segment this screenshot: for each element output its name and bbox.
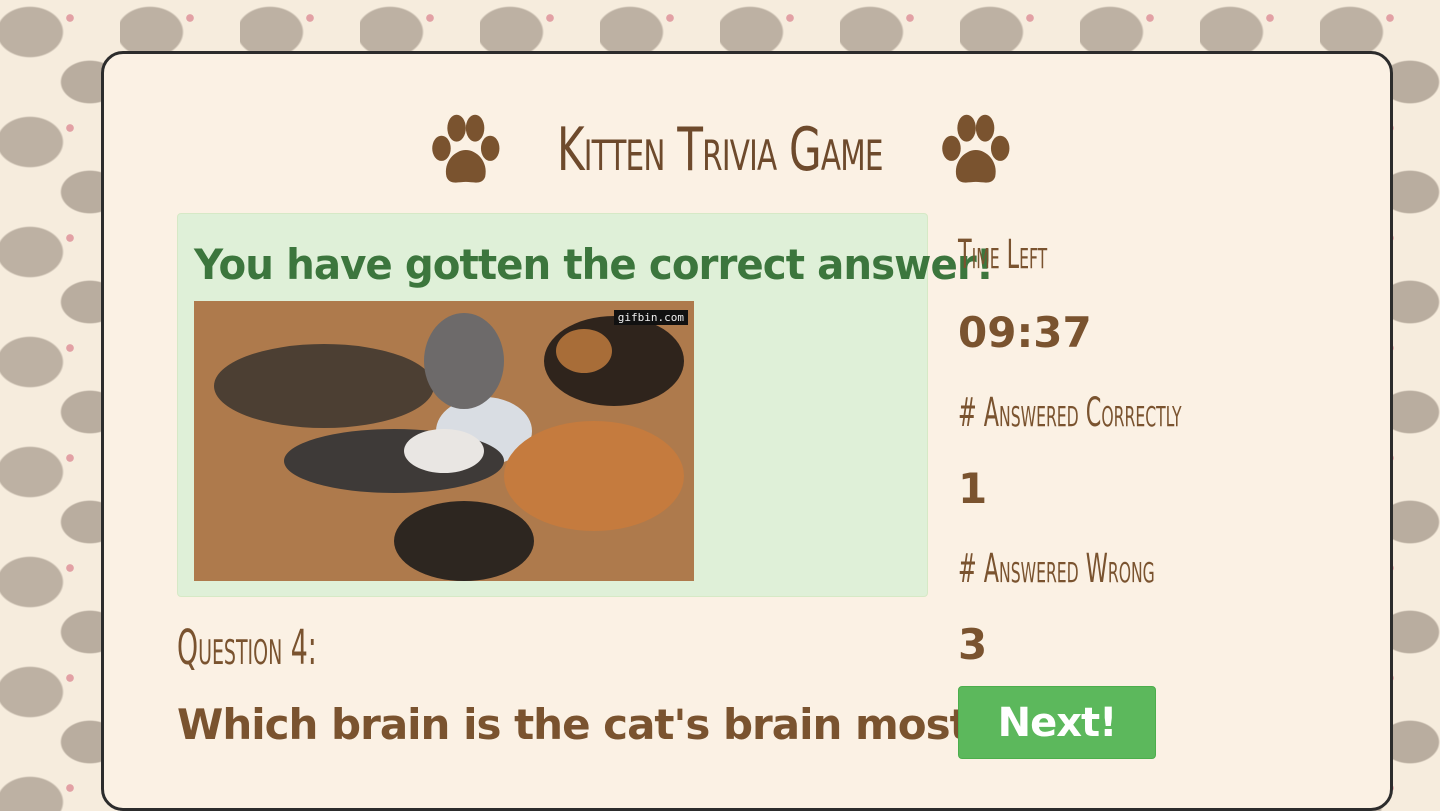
paw-icon — [942, 114, 1010, 183]
title-row: Kitten Trivia Game — [0, 100, 1440, 200]
question-text: Which brain is the cat's brain most — [177, 700, 970, 749]
page-title: Kitten Trivia Game — [557, 115, 884, 185]
paw-icon — [432, 114, 500, 183]
alert-message: You have gotten the correct answer! — [194, 240, 994, 289]
gif-watermark: gifbin.com — [613, 310, 688, 325]
kittens-gif: gifbin.com — [194, 301, 694, 581]
wrong-value: 3 — [958, 620, 988, 669]
next-button[interactable]: Next! — [958, 686, 1156, 759]
correct-answer-alert: You have gotten the correct answer! gifb… — [177, 213, 994, 597]
question-label: Question 4: — [177, 620, 317, 676]
time-left-label: Time Left — [958, 232, 1048, 278]
time-left-value: 09:37 — [958, 308, 1092, 357]
correct-value: 1 — [958, 464, 988, 513]
wrong-label: # Answered Wrong — [958, 546, 1155, 592]
correct-label: # Answered Correctly — [958, 390, 1182, 436]
kittens-image — [194, 301, 694, 581]
